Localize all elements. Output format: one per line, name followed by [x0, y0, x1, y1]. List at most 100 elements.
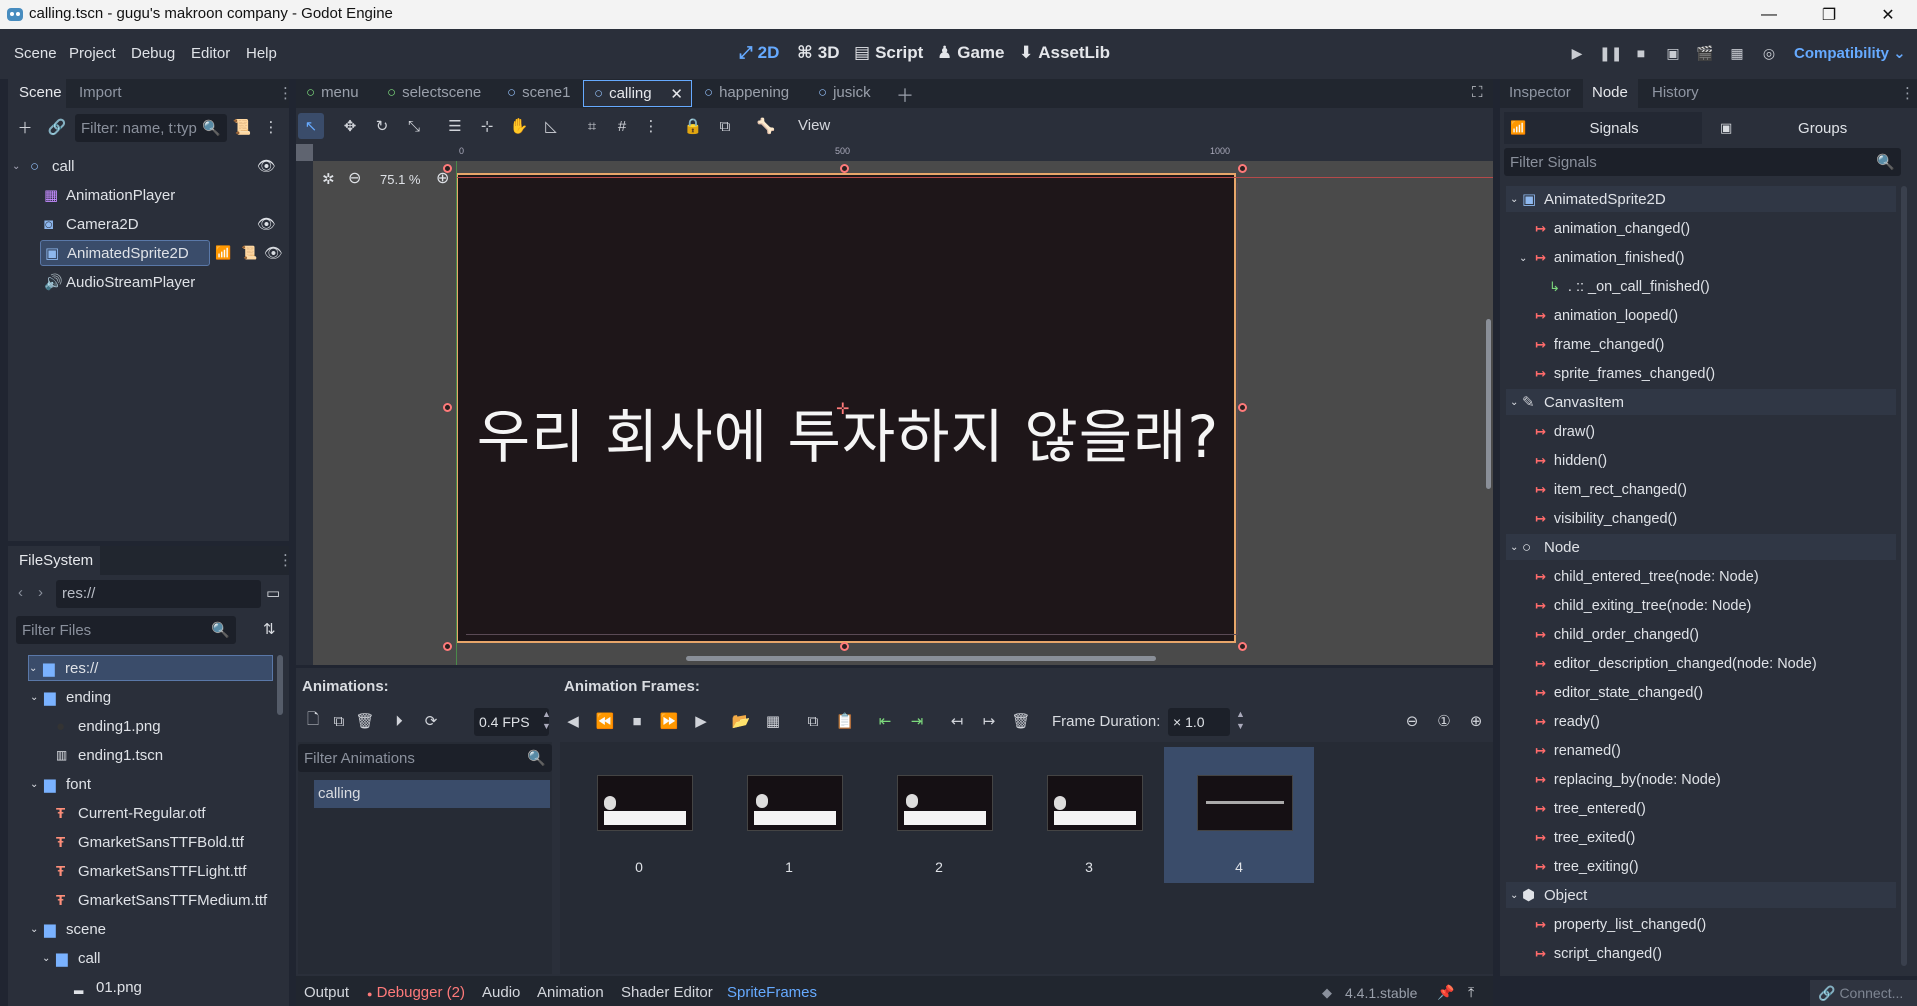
close-tab-icon[interactable]: ✕: [670, 85, 683, 103]
signal-item[interactable]: ↦ hidden(): [1535, 449, 1607, 473]
play-scene-icon[interactable]: 🎬: [1695, 45, 1715, 65]
play-backwards-from-end-icon[interactable]: ◀: [560, 708, 586, 734]
dock-menu-icon[interactable]: ⋮: [1900, 84, 1915, 102]
signal-item[interactable]: ↦ frame_changed(): [1535, 333, 1664, 357]
copy-frame-icon[interactable]: ⧉: [800, 708, 826, 734]
add-from-spritesheet-icon[interactable]: ▦: [760, 708, 786, 734]
rotate-mode-icon[interactable]: ↻: [369, 113, 395, 139]
scene-filter-input[interactable]: Filter: name, t:typ 🔍: [75, 114, 227, 142]
tab-inspector[interactable]: Inspector: [1509, 84, 1571, 101]
pause-icon[interactable]: ❚❚: [1599, 45, 1622, 65]
fs-item-current-regular[interactable]: Ŧ Current-Regular.otf: [56, 800, 206, 826]
frame-item[interactable]: 0: [564, 747, 714, 883]
bone-icon[interactable]: 🦴: [753, 113, 779, 139]
movie-maker-icon[interactable]: ◎: [1759, 45, 1779, 65]
tab-filesystem[interactable]: FileSystem: [8, 546, 100, 575]
maximize-button[interactable]: ❐: [1800, 0, 1858, 29]
tab-shader-editor[interactable]: Shader Editor: [621, 984, 713, 1001]
signal-item[interactable]: ↦ child_entered_tree(node: Node): [1535, 565, 1759, 589]
duplicate-animation-icon[interactable]: ⧉: [326, 708, 352, 734]
zoom-in-icon[interactable]: ⊕: [436, 168, 449, 188]
sort-icon[interactable]: ⇅: [263, 620, 276, 638]
move-mode-icon[interactable]: ✥: [337, 113, 363, 139]
menu-editor[interactable]: Editor: [191, 45, 230, 62]
frame-item-selected[interactable]: 4: [1164, 747, 1314, 883]
resize-handle[interactable]: [1238, 164, 1247, 173]
groups-subtab[interactable]: ▣ Groups: [1708, 112, 1913, 144]
zoom-out-icon[interactable]: ⊖: [1399, 708, 1425, 734]
workspace-3d-button[interactable]: ⌘ 3D: [797, 43, 840, 63]
view-menu[interactable]: View: [798, 117, 830, 134]
fs-item-font[interactable]: ⌄ ▆ font: [30, 771, 91, 797]
play-icon[interactable]: ▶: [1567, 45, 1587, 65]
fs-item-ending1-png[interactable]: ● ending1.png: [56, 713, 161, 739]
signal-connections-icon[interactable]: 📶: [215, 245, 231, 261]
tab-history[interactable]: History: [1652, 84, 1699, 101]
fs-item-scene[interactable]: ⌄ ▆ scene: [30, 916, 106, 942]
play-custom-scene-icon[interactable]: ▦: [1727, 45, 1747, 65]
pivot-mode-icon[interactable]: ⊹: [474, 113, 500, 139]
class-group-node[interactable]: ⌄ ○ Node: [1506, 534, 1896, 560]
workspace-2d-button[interactable]: ⤢ 2D: [739, 43, 779, 63]
signal-item[interactable]: ↦ property_list_changed(): [1535, 913, 1706, 937]
tab-node[interactable]: Node: [1583, 79, 1638, 108]
delete-frame-icon[interactable]: 🗑: [1008, 708, 1034, 734]
tab-import[interactable]: Import: [79, 84, 122, 101]
signal-item[interactable]: ↦ renamed(): [1535, 739, 1621, 763]
forward-arrow-icon[interactable]: ›: [38, 584, 43, 601]
scene-tab-scene1[interactable]: ○ scene1: [507, 84, 570, 101]
close-window-button[interactable]: ✕: [1859, 0, 1917, 29]
signal-item[interactable]: ↦ item_rect_changed(): [1535, 478, 1687, 502]
fs-item-gmarket-medium[interactable]: Ŧ GmarketSansTTFMedium.ttf: [56, 887, 267, 913]
group-icon[interactable]: ⧉: [712, 113, 738, 139]
menu-debug[interactable]: Debug: [131, 45, 175, 62]
scene-tab-happening[interactable]: ○ happening: [704, 84, 789, 101]
scene-tab-calling[interactable]: ○ calling ✕: [583, 80, 692, 107]
canvas-viewport[interactable]: 0 500 1000 우리 회사에 투자하지 않을래? ✛ ✲ ⊖ 75.1 %…: [296, 144, 1493, 665]
class-group-object[interactable]: ⌄ ⬢ Object: [1506, 882, 1896, 908]
fs-item-01-png[interactable]: ▂ 01.png: [74, 974, 142, 1000]
visibility-eye-icon[interactable]: 👁: [264, 244, 283, 262]
paste-frame-icon[interactable]: 📋: [832, 708, 858, 734]
frame-duration-spinbox[interactable]: × 1.0: [1168, 708, 1230, 736]
signal-item[interactable]: ↦ sprite_frames_changed(): [1535, 362, 1715, 386]
tab-spriteframes[interactable]: SpriteFrames: [727, 984, 817, 1001]
zoom-level[interactable]: 75.1 %: [380, 172, 420, 187]
signal-item[interactable]: ↦ script_changed(): [1535, 942, 1662, 966]
menu-scene[interactable]: Scene: [14, 45, 57, 62]
scene-tab-jusick[interactable]: ○ jusick: [818, 84, 871, 101]
play-from-start-icon[interactable]: ▶: [688, 708, 714, 734]
signals-subtab[interactable]: 📶 Signals: [1504, 112, 1702, 144]
workspace-game-button[interactable]: ♟ Game: [937, 43, 1005, 63]
tree-node-audiostreamplayer[interactable]: 🔊 AudioStreamPlayer: [44, 269, 195, 295]
vertical-scrollbar[interactable]: [1486, 319, 1491, 489]
delete-animation-icon[interactable]: 🗑: [352, 708, 378, 734]
signal-item[interactable]: ↦ visibility_changed(): [1535, 507, 1677, 531]
frame-item[interactable]: 3: [1014, 747, 1164, 883]
add-frame-file-icon[interactable]: 📂: [728, 708, 754, 734]
resize-handle[interactable]: [840, 642, 849, 651]
signal-item[interactable]: ↦ child_order_changed(): [1535, 623, 1699, 647]
resize-handle[interactable]: [1238, 403, 1247, 412]
tab-audio[interactable]: Audio: [482, 984, 520, 1001]
filesystem-scrollbar[interactable]: [277, 655, 283, 715]
select-mode-icon[interactable]: ↖: [298, 113, 324, 139]
signal-item[interactable]: ↦ animation_looped(): [1535, 304, 1678, 328]
tree-node-call[interactable]: ⌄ ○ call 👁: [12, 153, 284, 179]
move-left-icon[interactable]: ↤: [944, 708, 970, 734]
horizontal-scrollbar[interactable]: [686, 656, 1156, 661]
fs-item-call[interactable]: ⌄ ▆ call: [42, 945, 101, 971]
pin-icon[interactable]: 📌: [1437, 984, 1454, 1001]
signals-scrollbar[interactable]: [1901, 186, 1907, 966]
autoplay-icon[interactable]: ⏵: [386, 708, 412, 734]
remote-deploy-icon[interactable]: ▣: [1663, 45, 1683, 65]
link-icon[interactable]: 🔗: [44, 114, 70, 140]
menu-project[interactable]: Project: [69, 45, 116, 62]
tab-animation[interactable]: Animation: [537, 984, 604, 1001]
insert-after-icon[interactable]: ⇥: [904, 708, 930, 734]
signal-item[interactable]: ↦ editor_description_changed(node: Node): [1535, 652, 1817, 676]
resize-handle[interactable]: [1238, 642, 1247, 651]
resize-handle[interactable]: [840, 164, 849, 173]
zoom-reset-icon[interactable]: ①: [1431, 708, 1457, 734]
zoom-in-icon[interactable]: ⊕: [1463, 708, 1489, 734]
